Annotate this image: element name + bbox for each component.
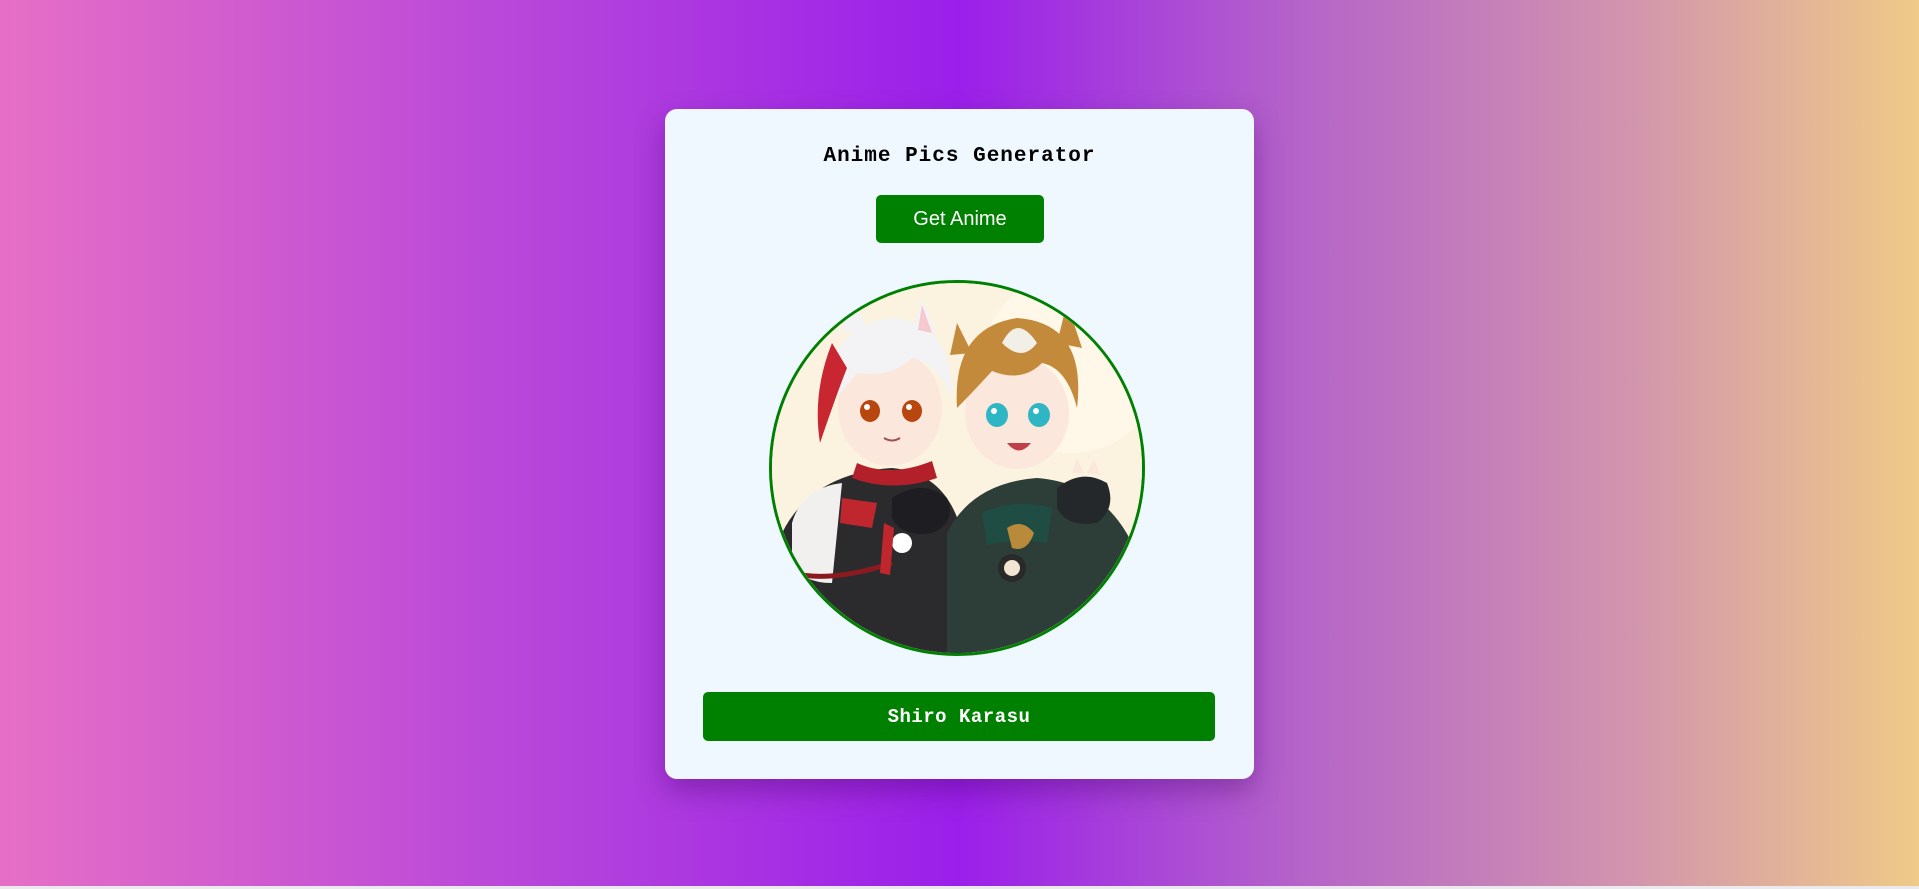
get-anime-button[interactable]: Get Anime (876, 195, 1044, 243)
character-name: Shiro Karasu (703, 692, 1215, 741)
anime-image (769, 280, 1145, 656)
anime-illustration (772, 283, 1142, 653)
generator-card: Anime Pics Generator Get Anime Shiro Kar… (665, 109, 1254, 779)
page-title: Anime Pics Generator (823, 145, 1096, 168)
